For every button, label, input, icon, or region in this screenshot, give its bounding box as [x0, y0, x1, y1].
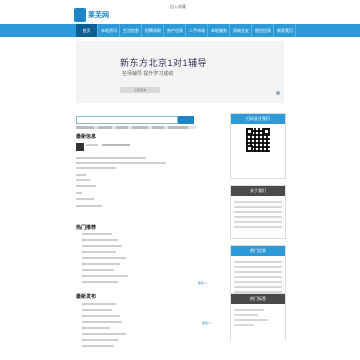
- tags-box: 热门标签: [230, 293, 286, 341]
- qr-box-title: 扫码关注我们: [231, 114, 285, 124]
- breadcrumb: [76, 126, 196, 129]
- search-input[interactable]: [76, 116, 178, 124]
- ad-banner[interactable]: 新东方北京1对1辅导 名师辅导 提升学习成绩 立即咨询: [76, 41, 284, 103]
- section-title-latest: 最新信息: [76, 134, 97, 140]
- logo-icon: [74, 8, 86, 22]
- nav-item-4[interactable]: 房产信息: [164, 24, 186, 37]
- nav-item-8[interactable]: 便民信息: [252, 24, 274, 37]
- nav-item-3[interactable]: 招聘求职: [142, 24, 164, 37]
- nav-item-6[interactable]: 本地服务: [208, 24, 230, 37]
- avatar: [76, 143, 84, 151]
- nav-item-2[interactable]: 生活信息: [120, 24, 142, 37]
- hot-box-title: 热门信息: [231, 246, 285, 256]
- nav-item-1[interactable]: 本地资讯: [98, 24, 120, 37]
- more-link-hot[interactable]: 更多>>: [198, 281, 208, 285]
- tags-box-title: 热门标签: [231, 294, 285, 304]
- ad-title: 新东方北京1对1辅导: [120, 58, 208, 68]
- main-nav: 首页 本地资讯 生活信息 招聘求职 房产信息 二手市场 本地服务 同城交友 便民信息 商家黄页: [0, 24, 360, 37]
- logo-text: 莱芜网: [88, 12, 109, 19]
- search-button[interactable]: [178, 116, 194, 124]
- section-title-new: 最新发布: [76, 294, 97, 300]
- about-box: 关于我们: [230, 185, 286, 239]
- top-bar: 加入收藏 莱芜网: [0, 0, 360, 24]
- ad-arrow-icon[interactable]: [276, 91, 280, 95]
- nav-item-7[interactable]: 同城交友: [230, 24, 252, 37]
- nav-item-5[interactable]: 二手市场: [186, 24, 208, 37]
- more-link-new[interactable]: 更多>>: [202, 321, 212, 325]
- ad-subtitle: 名师辅导 提升学习成绩: [122, 71, 174, 77]
- top-link[interactable]: 加入收藏: [170, 4, 186, 10]
- site-logo[interactable]: 莱芜网: [74, 8, 109, 22]
- qr-box: 扫码关注我们: [230, 113, 286, 179]
- ad-button[interactable]: 立即咨询: [120, 87, 160, 93]
- nav-item-9[interactable]: 商家黄页: [274, 24, 296, 37]
- qr-code-icon: [246, 128, 270, 152]
- about-box-title: 关于我们: [231, 186, 285, 196]
- section-title-hot: 热门推荐: [76, 225, 97, 231]
- nav-item-0[interactable]: 首页: [76, 24, 98, 37]
